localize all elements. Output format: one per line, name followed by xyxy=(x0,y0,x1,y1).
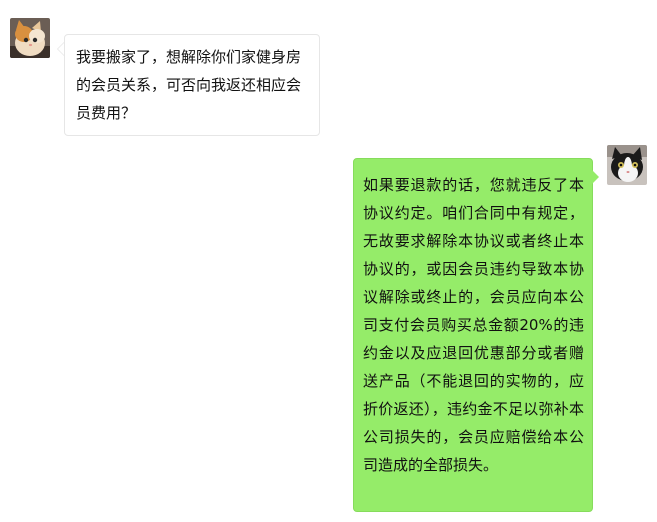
sent-message-text: 如果要退款的话，您就违反了本协议约定。咱们合同中有规定，无故要求解除本协议或者终… xyxy=(363,176,584,474)
cat-avatar-icon xyxy=(10,18,50,58)
received-message-text: 我要搬家了，想解除你们家健身房的会员关系，可否向我返还相应会员费用？ xyxy=(76,48,302,122)
my-avatar[interactable] xyxy=(607,145,647,185)
bubble-tail-left-fill xyxy=(58,43,64,55)
cat-avatar-icon xyxy=(607,145,647,185)
bubble-tail-right xyxy=(592,170,599,184)
received-message-bubble[interactable]: 我要搬家了，想解除你们家健身房的会员关系，可否向我返还相应会员费用？ xyxy=(64,34,320,136)
sent-message-bubble[interactable]: 如果要退款的话，您就违反了本协议约定。咱们合同中有规定，无故要求解除本协议或者终… xyxy=(353,158,593,512)
contact-avatar[interactable] xyxy=(10,18,50,58)
